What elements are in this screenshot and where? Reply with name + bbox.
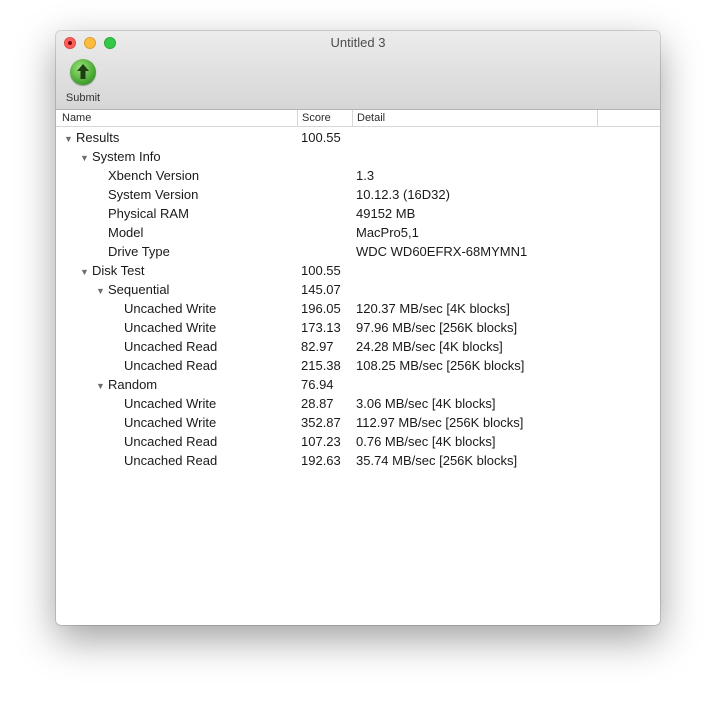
- row-score: 196.05: [301, 301, 341, 316]
- outline-row[interactable]: Uncached Read 82.97 24.28 MB/sec [4K block…: [56, 337, 660, 356]
- outline-row[interactable]: System Version 10.12.3 (16D32): [56, 185, 660, 204]
- row-detail: 10.12.3 (16D32): [356, 187, 450, 202]
- outline-row[interactable]: Model MacPro5,1: [56, 223, 660, 242]
- row-name: Uncached Write: [124, 415, 217, 430]
- row-detail: 112.97 MB/sec [256K blocks]: [356, 415, 524, 430]
- row-score: 173.13: [301, 320, 341, 335]
- row-name: Uncached Read: [124, 339, 218, 354]
- outline-row[interactable]: Uncached Write 196.05 120.37 MB/sec [4K bl…: [56, 299, 660, 318]
- row-name: Drive Type: [108, 244, 170, 259]
- row-score: 145.07: [301, 282, 341, 297]
- row-detail: WDC WD60EFRX-68MYMN1: [356, 244, 528, 259]
- outline-header: Name Score Detail: [56, 110, 660, 127]
- row-name: Results: [76, 130, 120, 145]
- outline-row[interactable]: ▼ Sequential 145.07: [56, 280, 660, 299]
- column-header-score[interactable]: Score: [297, 110, 352, 126]
- outline-row[interactable]: Physical RAM 49152 MB: [56, 204, 660, 223]
- row-score: 76.94: [301, 377, 334, 392]
- row-score: 215.38: [301, 358, 341, 373]
- disclosure-triangle-icon[interactable]: ▼: [80, 265, 89, 280]
- outline-row[interactable]: Uncached Read 215.38 108.25 MB/sec [256K b…: [56, 356, 660, 375]
- row-name: System Info: [92, 149, 161, 164]
- outline-row[interactable]: Uncached Read 107.23 0.76 MB/sec [4K block…: [56, 432, 660, 451]
- outline-row[interactable]: Drive Type WDC WD60EFRX-68MYMN1: [56, 242, 660, 261]
- row-detail: 49152 MB: [356, 206, 416, 221]
- row-name: Uncached Write: [124, 396, 217, 411]
- outline-row[interactable]: ▼ Random 76.94: [56, 375, 660, 394]
- row-name: Physical RAM: [108, 206, 189, 221]
- disclosure-triangle-icon[interactable]: ▼: [96, 379, 105, 394]
- row-name: System Version: [108, 187, 199, 202]
- outline-row[interactable]: ▼ System Info: [56, 147, 660, 166]
- row-score: 100.55: [301, 130, 341, 145]
- row-score: 82.97: [301, 339, 334, 354]
- column-header-name[interactable]: Name: [58, 110, 297, 126]
- row-score: 192.63: [301, 453, 341, 468]
- row-score: 352.87: [301, 415, 341, 430]
- disclosure-triangle-icon[interactable]: ▼: [80, 151, 89, 166]
- row-name: Uncached Write: [124, 301, 217, 316]
- row-name: Disk Test: [92, 263, 145, 278]
- disclosure-triangle-icon[interactable]: ▼: [96, 284, 105, 299]
- row-detail: 35.74 MB/sec [256K blocks]: [356, 453, 518, 468]
- row-score: 107.23: [301, 434, 341, 449]
- window-title: Untitled 3: [330, 35, 386, 50]
- row-detail: 1.3: [356, 168, 375, 183]
- column-header-detail[interactable]: Detail: [352, 110, 597, 126]
- results-outline: ▼ Results 100.55 ▼ System Info Xbench Version…: [56, 128, 660, 470]
- row-detail: MacPro5,1: [356, 225, 419, 240]
- toolbar: Untitled 3 Submit: [56, 31, 660, 110]
- row-detail: 24.28 MB/sec [4K blocks]: [356, 339, 503, 354]
- row-name: Uncached Read: [124, 358, 218, 373]
- row-name: Random: [108, 377, 158, 392]
- row-name: Uncached Read: [124, 453, 218, 468]
- column-header-filler: [597, 110, 660, 126]
- upload-arrow-icon: [70, 59, 96, 85]
- outline-row[interactable]: ▼ Results 100.55: [56, 128, 660, 147]
- submit-button[interactable]: Submit: [62, 59, 104, 107]
- disclosure-triangle-icon[interactable]: ▼: [64, 132, 73, 147]
- outline-row[interactable]: ▼ Disk Test 100.55: [56, 261, 660, 280]
- row-name: Uncached Write: [124, 320, 217, 335]
- results-window: Untitled 3 Submit Name Score Detail ▼ Res…: [56, 31, 660, 625]
- row-detail: 3.06 MB/sec [4K blocks]: [356, 396, 496, 411]
- outline-row[interactable]: Xbench Version 1.3: [56, 166, 660, 185]
- row-detail: 97.96 MB/sec [256K blocks]: [356, 320, 518, 335]
- outline-row[interactable]: Uncached Write 28.87 3.06 MB/sec [4K block…: [56, 394, 660, 413]
- row-name: Model: [108, 225, 144, 240]
- row-name: Xbench Version: [108, 168, 200, 183]
- row-name: Sequential: [108, 282, 170, 297]
- outline-row[interactable]: Uncached Write 173.13 97.96 MB/sec [256K b…: [56, 318, 660, 337]
- row-score: 100.55: [301, 263, 341, 278]
- row-score: 28.87: [301, 396, 334, 411]
- outline-row[interactable]: Uncached Write 352.87 112.97 MB/sec [256K …: [56, 413, 660, 432]
- row-name: Uncached Read: [124, 434, 218, 449]
- outline-row[interactable]: Uncached Read 192.63 35.74 MB/sec [256K bl…: [56, 451, 660, 470]
- submit-label: Submit: [65, 92, 101, 104]
- row-detail: 0.76 MB/sec [4K blocks]: [356, 434, 496, 449]
- row-detail: 120.37 MB/sec [4K blocks]: [356, 301, 510, 316]
- row-detail: 108.25 MB/sec [256K blocks]: [356, 358, 525, 373]
